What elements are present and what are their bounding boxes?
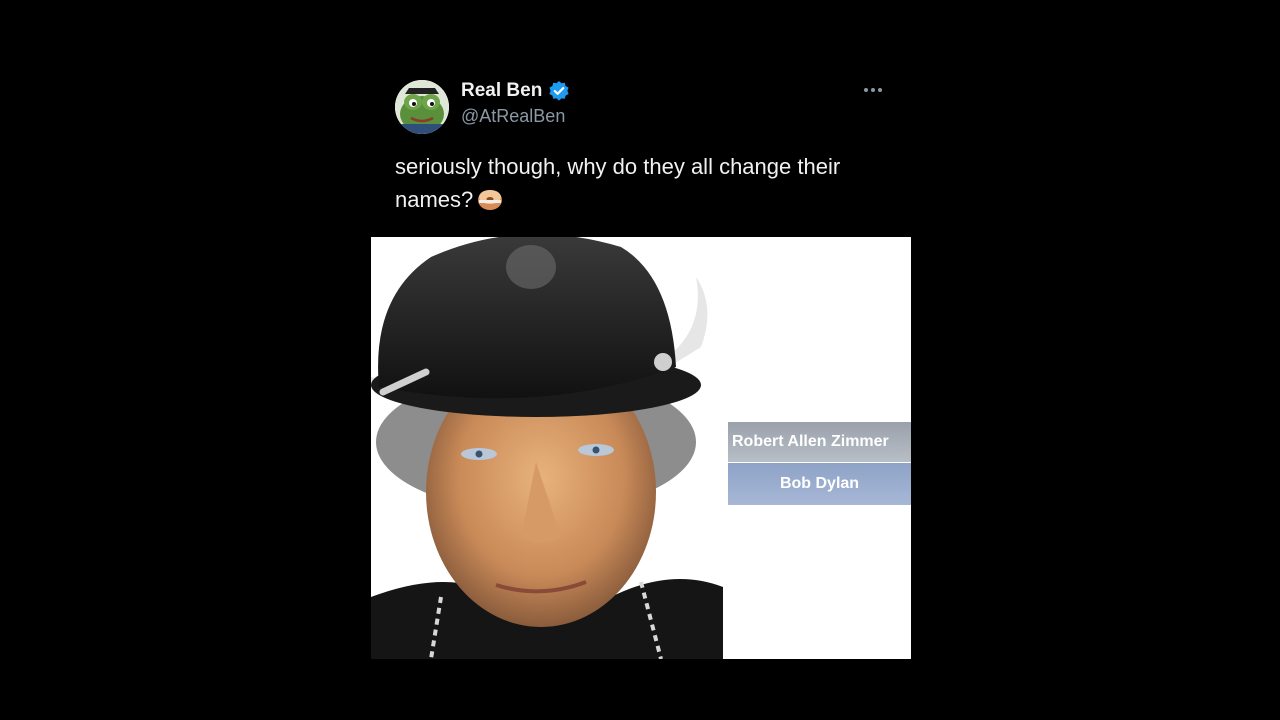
tweet-text: seriously though, why do they all change… (395, 150, 895, 216)
bagel-emoji-icon (477, 186, 503, 212)
user-handle[interactable]: @AtRealBen (461, 106, 570, 127)
changed-name-cell: Bob Dylan (728, 463, 911, 505)
frog-avatar-icon[interactable] (395, 80, 449, 134)
name-comparison-table: Robert Allen Zimmer Bob Dylan (728, 422, 911, 505)
portrait-photo (371, 237, 723, 659)
more-horizontal-icon[interactable] (859, 80, 887, 100)
display-name[interactable]: Real Ben (461, 80, 542, 102)
verified-badge-icon (548, 80, 570, 102)
tweet-body: seriously though, why do they all change… (395, 154, 841, 212)
original-name-cell: Robert Allen Zimmer (728, 422, 911, 463)
tweet-header: Real Ben @AtRealBen (371, 70, 911, 140)
video-frame: Real Ben @AtRealBen seriously though, wh… (0, 0, 1280, 720)
tweet-media-image[interactable]: Robert Allen Zimmer Bob Dylan (371, 237, 911, 659)
tweet-card: Real Ben @AtRealBen seriously though, wh… (371, 70, 911, 659)
author-block: Real Ben @AtRealBen (461, 78, 570, 127)
